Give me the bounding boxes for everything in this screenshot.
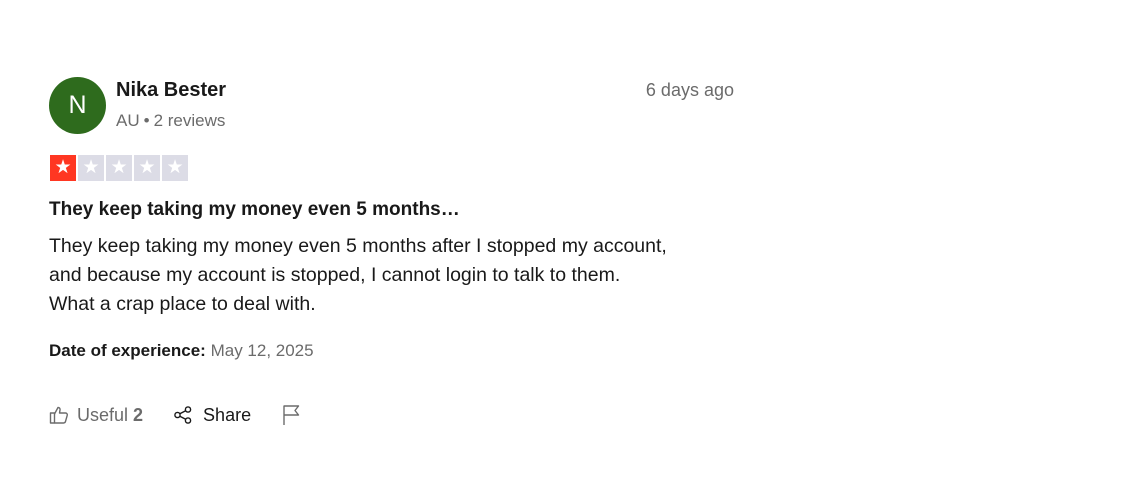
author-name[interactable]: Nika Bester (116, 79, 226, 102)
share-button[interactable]: Share (173, 405, 251, 426)
review-actions: Useful 2 Share (49, 404, 301, 426)
avatar[interactable]: N (49, 77, 106, 134)
star-icon: ★ (162, 155, 188, 181)
date-of-experience-label: Date of experience: (49, 341, 206, 360)
useful-count: 2 (133, 404, 144, 425)
review-card: N Nika Bester AU • 2 reviews 6 days ago ★ ★… (48, 75, 734, 425)
author-country: AU (116, 111, 140, 130)
review-title[interactable]: They keep taking my money even 5 months… (49, 199, 460, 221)
review-header: N Nika Bester AU • 2 reviews 6 days ago (48, 75, 734, 137)
meta-separator: • (143, 111, 150, 130)
review-body-line: They keep taking my money even 5 months … (49, 235, 667, 257)
author-meta: AU • 2 reviews (116, 111, 225, 131)
flag-icon (281, 404, 301, 426)
share-icon (173, 405, 193, 425)
star-icon: ★ (78, 155, 104, 181)
review-body-line: What a crap place to deal with. (49, 293, 316, 315)
avatar-initial: N (68, 91, 87, 119)
thumbs-up-icon (49, 405, 69, 425)
report-button[interactable] (281, 404, 301, 426)
author-review-count[interactable]: 2 reviews (154, 111, 226, 130)
useful-button[interactable]: Useful 2 (49, 405, 143, 426)
star-rating: ★ ★ ★ ★ ★ (50, 155, 188, 181)
star-icon: ★ (134, 155, 160, 181)
date-of-experience-value: May 12, 2025 (210, 341, 314, 360)
star-icon: ★ (50, 155, 76, 181)
star-icon: ★ (106, 155, 132, 181)
review-date: 6 days ago (645, 80, 734, 100)
review-body-line: and because my account is stopped, I can… (49, 264, 621, 286)
share-label: Share (203, 404, 252, 425)
useful-label: Useful (77, 404, 129, 425)
review-body: They keep taking my money even 5 months … (49, 232, 749, 319)
date-of-experience: Date of experience: May 12, 2025 (49, 341, 314, 361)
